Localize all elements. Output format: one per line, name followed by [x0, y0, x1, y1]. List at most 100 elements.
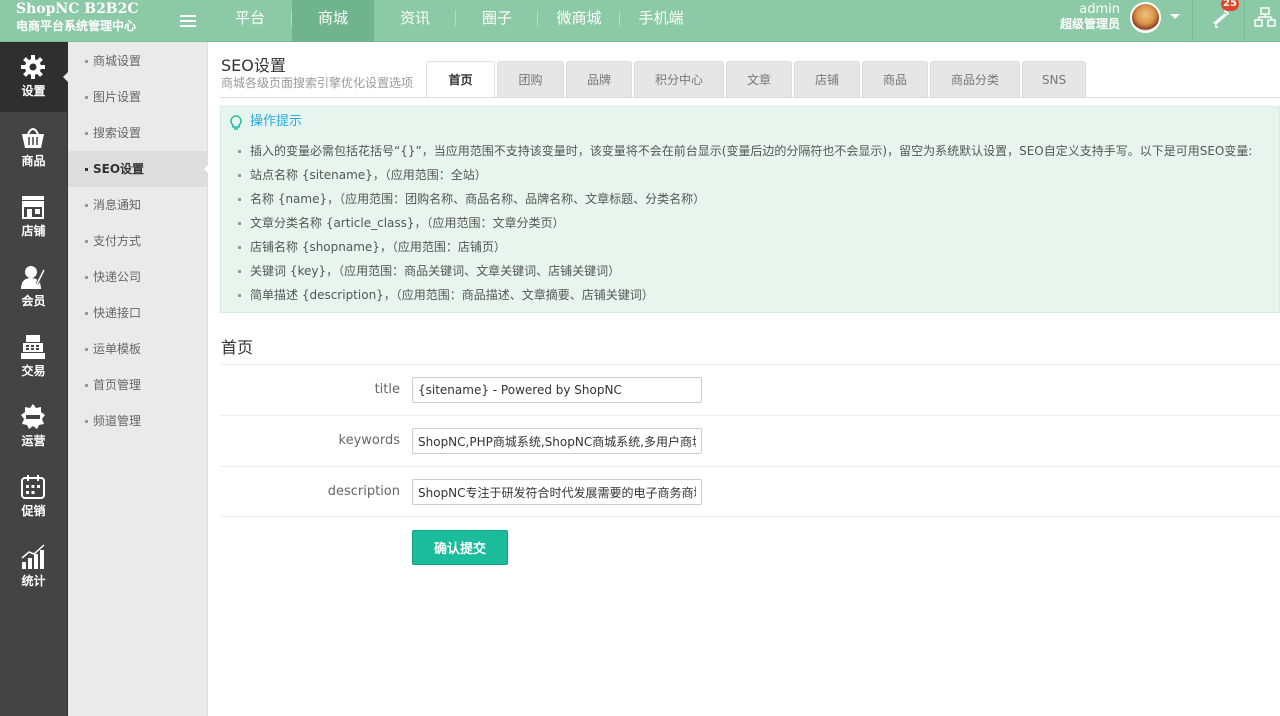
tab-sns[interactable]: SNS — [1022, 61, 1086, 97]
submenu-label: SEO设置 — [93, 162, 145, 176]
top-nav-item-news[interactable]: 资讯 — [374, 0, 456, 42]
leftbar-label: 店铺 — [21, 224, 46, 238]
seo-tabs: 首页 团购 品牌 积分中心 文章 店铺 商品 商品分类 SNS — [426, 61, 1088, 98]
form-row-title: title — [220, 364, 1280, 415]
menu-toggle-icon[interactable] — [180, 15, 196, 27]
form-row-description: description — [220, 466, 1280, 517]
keywords-input[interactable] — [412, 428, 702, 454]
top-bar: ShopNC B2B2C 电商平台系统管理中心 平台 商城 资讯 圈子 微商城 … — [0, 0, 1280, 42]
sitemap-icon[interactable] — [1254, 6, 1276, 28]
tab-points-center[interactable]: 积分中心 — [634, 61, 724, 97]
leftbar-item-statistics[interactable]: 统计 — [0, 532, 67, 602]
description-input[interactable] — [412, 479, 702, 505]
leftbar-label: 交易 — [21, 364, 46, 378]
submenu-item-search-settings[interactable]: 搜索设置 — [68, 115, 208, 151]
tip-item: 插入的变量必需包括花括号“{}”，当应用范围不支持该变量时，该变量将不会在前台显… — [238, 142, 1252, 166]
tab-article[interactable]: 文章 — [726, 61, 792, 97]
leftbar-label: 设置 — [21, 84, 46, 98]
top-nav-label: 平台 — [234, 9, 265, 27]
submenu-item-express-api[interactable]: 快递接口 — [68, 295, 208, 331]
submenu-item-channel-management[interactable]: 频道管理 — [68, 403, 208, 439]
user-info[interactable]: admin 超级管理员 — [1056, 2, 1120, 32]
tips-title: 操作提示 — [250, 114, 303, 129]
leftbar-item-store[interactable]: 店铺 — [0, 182, 67, 252]
cash-register-icon — [21, 335, 45, 359]
top-nav-label: 圈子 — [481, 9, 512, 27]
page-title: SEO设置 — [221, 56, 286, 75]
submenu-label: 搜索设置 — [93, 126, 142, 140]
sale-badge-icon — [21, 404, 45, 429]
leftbar-label: 运营 — [21, 434, 46, 448]
basket-icon — [22, 128, 44, 148]
submenu-item-message-notice[interactable]: 消息通知 — [68, 187, 208, 223]
top-nav-label: 手机端 — [638, 9, 684, 27]
divider — [1244, 0, 1245, 42]
top-nav: 平台 商城 资讯 圈子 微商城 手机端 — [208, 0, 702, 42]
chevron-down-icon[interactable] — [1170, 14, 1180, 19]
submenu-label: 支付方式 — [93, 234, 142, 248]
tip-item: 站点名称 {sitename}，（应用范围：全站） — [238, 166, 1252, 190]
leftbar-item-trade[interactable]: 交易 — [0, 322, 67, 392]
submenu-label: 商城设置 — [93, 54, 142, 68]
submenu-label: 运单模板 — [93, 342, 142, 356]
submenu-item-mall-settings[interactable]: 商城设置 — [68, 43, 208, 79]
store-icon — [22, 196, 44, 219]
top-nav-label: 商城 — [317, 9, 348, 27]
tab-brand[interactable]: 品牌 — [566, 61, 632, 97]
submenu-label: 消息通知 — [93, 198, 142, 212]
submenu-label: 频道管理 — [93, 414, 142, 428]
gear-icon — [21, 55, 45, 79]
submenu-item-payment[interactable]: 支付方式 — [68, 223, 208, 259]
title-input[interactable] — [412, 377, 702, 403]
avatar[interactable] — [1130, 2, 1161, 33]
tab-goods[interactable]: 商品 — [862, 61, 928, 97]
leftbar-label: 统计 — [21, 574, 46, 588]
tab-store[interactable]: 店铺 — [794, 61, 860, 97]
submenu-item-express-company[interactable]: 快递公司 — [68, 259, 208, 295]
leftbar-item-member[interactable]: 会员 — [0, 252, 67, 322]
leftbar-item-settings[interactable]: 设置 — [0, 42, 68, 112]
leftbar-label: 促销 — [21, 504, 46, 518]
submenu-label: 首页管理 — [93, 378, 142, 392]
leftbar-item-operation[interactable]: 运营 — [0, 392, 67, 462]
user-name: admin — [1079, 2, 1120, 17]
submenu-item-image-settings[interactable]: 图片设置 — [68, 79, 208, 115]
title-label: title — [374, 382, 400, 397]
submenu-item-home-management[interactable]: 首页管理 — [68, 367, 208, 403]
leftbar-item-goods[interactable]: 商品 — [0, 112, 67, 182]
seo-form: title keywords description — [220, 364, 1280, 517]
tip-item: 文章分类名称 {article_class}，（应用范围：文章分类页） — [238, 214, 1252, 238]
tip-item: 店铺名称 {shopname}，（应用范围：店铺页） — [238, 238, 1252, 262]
submenu-label: 快递接口 — [93, 306, 142, 320]
operation-tips: 操作提示 插入的变量必需包括花括号“{}”，当应用范围不支持该变量时，该变量将不… — [220, 106, 1280, 313]
divider — [1192, 0, 1193, 42]
leftbar-label: 商品 — [21, 154, 46, 168]
tab-goods-category[interactable]: 商品分类 — [930, 61, 1020, 97]
description-label: description — [327, 484, 400, 499]
main-content: SEO设置 商城各级页面搜索引擎优化设置选项 首页 团购 品牌 积分中心 文章 … — [208, 42, 1280, 716]
calendar-icon — [21, 475, 45, 499]
tab-groupbuy[interactable]: 团购 — [497, 61, 564, 97]
top-nav-item-mobile[interactable]: 手机端 — [620, 0, 702, 42]
submenu-item-seo-settings[interactable]: SEO设置 — [68, 151, 209, 187]
leftbar-item-promotion[interactable]: 促销 — [0, 462, 67, 532]
divider — [220, 97, 1280, 98]
keywords-label: keywords — [338, 433, 400, 448]
submenu-label: 快递公司 — [93, 270, 142, 284]
tab-home[interactable]: 首页 — [426, 61, 495, 98]
tip-item: 关键词 {key}，（应用范围：商品关键词、文章关键词、店铺关键词） — [238, 262, 1252, 286]
user-role: 超级管理员 — [1059, 17, 1120, 31]
top-nav-label: 资讯 — [399, 9, 430, 27]
submenu-item-waybill-template[interactable]: 运单模板 — [68, 331, 208, 367]
settings-submenu: 商城设置 图片设置 搜索设置 SEO设置 消息通知 支付方式 快递公司 快递接口… — [68, 42, 209, 716]
top-nav-item-platform[interactable]: 平台 — [208, 0, 292, 42]
top-nav-item-mall[interactable]: 商城 — [292, 0, 374, 42]
top-nav-item-micro-mall[interactable]: 微商城 — [538, 0, 620, 42]
submenu-label: 图片设置 — [93, 90, 142, 104]
top-nav-item-circle[interactable]: 圈子 — [456, 0, 538, 42]
lightbulb-icon — [230, 115, 242, 130]
tip-item: 简单描述 {description}，（应用范围：商品描述、文章摘要、店铺关键词… — [238, 286, 1252, 310]
member-icon — [21, 266, 46, 289]
form-row-keywords: keywords — [220, 415, 1280, 466]
submit-button[interactable]: 确认提交 — [412, 530, 508, 565]
